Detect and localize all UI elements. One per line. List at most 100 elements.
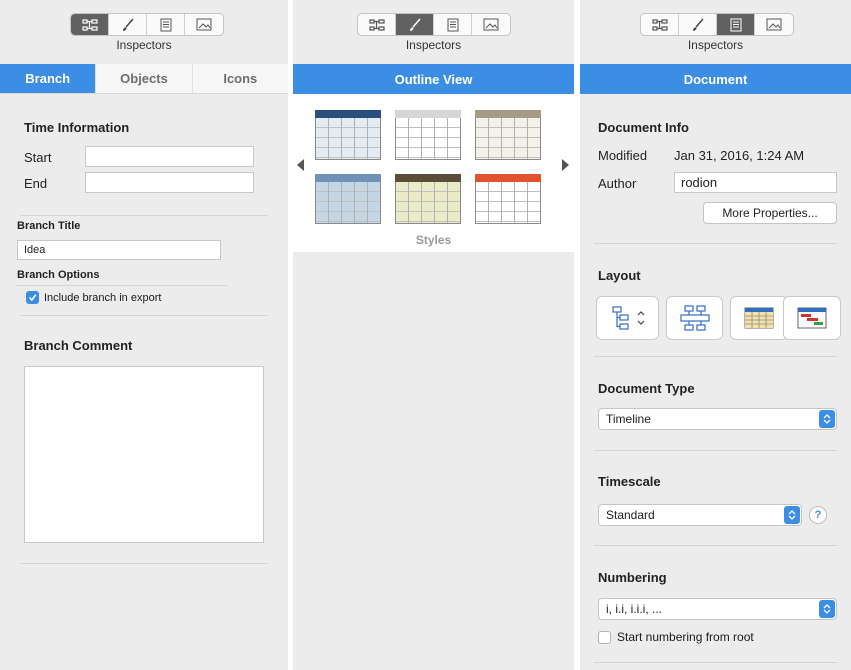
include-export-row: Include branch in export	[26, 291, 161, 304]
include-export-label: Include branch in export	[44, 291, 162, 304]
timescale-select[interactable]: Standard	[598, 504, 802, 526]
outline-inspector-icon	[368, 18, 385, 31]
author-label: Author	[598, 176, 637, 191]
tree-layout-button[interactable]	[596, 296, 659, 340]
document-icon	[730, 18, 741, 31]
outline-inspector-button[interactable]	[358, 14, 396, 35]
end-field[interactable]	[85, 172, 254, 193]
style-thumbnail[interactable]	[315, 110, 381, 160]
image-icon	[483, 18, 499, 31]
stepper-chevron-icon	[819, 600, 835, 618]
branch-inspector-panel: Inspectors Branch Objects Icons Time Inf…	[0, 0, 288, 670]
more-properties-button[interactable]: More Properties...	[703, 202, 837, 224]
brush-icon	[122, 18, 134, 31]
divider	[594, 356, 837, 357]
style-inspector-button[interactable]	[396, 14, 434, 35]
style-inspector-panel: Inspectors Outline View Styles	[293, 0, 574, 670]
brush-icon	[409, 18, 421, 31]
branch-title-field[interactable]: Idea	[17, 240, 221, 260]
branch-title-label: Branch Title	[17, 220, 81, 232]
checkmark-icon	[28, 294, 37, 302]
tree-layout-icon	[611, 306, 644, 330]
branch-options-label: Branch Options	[17, 269, 100, 281]
styles-gallery: Styles	[293, 94, 574, 252]
numbering-value: i, i.i, i.i.i, ...	[606, 602, 663, 616]
divider	[20, 215, 268, 216]
author-field[interactable]: rodion	[674, 172, 837, 193]
inspector-segmented-control	[70, 13, 224, 36]
numbering-heading: Numbering	[598, 570, 667, 585]
inspector-toolbar: Inspectors	[293, 0, 574, 64]
start-from-root-checkbox[interactable]	[598, 630, 611, 644]
inspectors-label: Inspectors	[405, 38, 462, 52]
hierarchy-layout-button[interactable]	[666, 296, 723, 340]
start-from-root-label: Start numbering from root	[617, 630, 754, 644]
style-thumbnail[interactable]	[315, 174, 381, 224]
previous-styles-arrow[interactable]	[297, 158, 305, 176]
modified-value: Jan 31, 2016, 1:24 AM	[674, 148, 805, 163]
outline-inspector-icon	[651, 18, 668, 31]
image-icon	[766, 18, 782, 31]
gantt-layout-button[interactable]	[783, 296, 841, 340]
style-inspector-button[interactable]	[109, 14, 147, 35]
image-icon	[196, 18, 212, 31]
branch-comment-heading: Branch Comment	[24, 338, 133, 353]
tab-objects[interactable]: Objects	[95, 64, 191, 93]
image-inspector-button[interactable]	[185, 14, 223, 35]
inspectors-label: Inspectors	[687, 38, 744, 52]
tab-branch[interactable]: Branch	[0, 64, 96, 93]
next-styles-arrow[interactable]	[561, 158, 569, 176]
outline-inspector-icon	[81, 18, 98, 31]
inspector-segmented-control	[640, 13, 794, 36]
inspectors-label: Inspectors	[116, 38, 172, 52]
divider	[17, 285, 227, 286]
divider	[594, 450, 837, 451]
inspector-toolbar: Inspectors	[0, 0, 288, 64]
document-type-select[interactable]: Timeline	[598, 408, 837, 430]
style-thumbnail[interactable]	[475, 174, 541, 224]
style-inspector-button[interactable]	[679, 14, 717, 35]
divider	[20, 563, 268, 564]
styles-label: Styles	[415, 233, 452, 247]
chevron-left-icon	[297, 159, 304, 171]
style-thumbnail[interactable]	[475, 110, 541, 160]
document-inspector-button[interactable]	[147, 14, 185, 35]
end-label: End	[24, 176, 48, 191]
divider	[20, 315, 268, 316]
help-button[interactable]: ?	[809, 506, 827, 524]
chevron-right-icon	[562, 159, 569, 171]
style-thumbnail[interactable]	[395, 174, 461, 224]
document-info-heading: Document Info	[598, 120, 689, 135]
branch-comment-textarea[interactable]	[24, 366, 264, 543]
start-label: Start	[24, 150, 52, 165]
timescale-heading: Timescale	[598, 474, 661, 489]
include-export-checkbox[interactable]	[26, 291, 39, 304]
layout-heading: Layout	[598, 268, 641, 283]
divider	[594, 662, 837, 663]
numbering-select[interactable]: i, i.i, i.i.i, ...	[598, 598, 837, 620]
time-information-heading: Time Information	[24, 120, 130, 135]
modified-label: Modified	[598, 148, 648, 163]
image-inspector-button[interactable]	[472, 14, 510, 35]
image-inspector-button[interactable]	[755, 14, 793, 35]
document-inspector-panel: Inspectors Document Document Info Modifi…	[580, 0, 851, 670]
document-icon	[160, 18, 171, 31]
inspector-toolbar: Inspectors	[580, 0, 851, 64]
document-icon	[447, 18, 458, 31]
document-type-heading: Document Type	[598, 381, 695, 396]
tab-icons[interactable]: Icons	[191, 64, 288, 93]
table-layout-button[interactable]	[730, 296, 788, 340]
inspector-segmented-control	[357, 13, 511, 36]
outline-inspector-button[interactable]	[641, 14, 679, 35]
start-field[interactable]	[85, 146, 254, 167]
document-header: Document	[580, 64, 851, 94]
divider	[594, 545, 837, 546]
document-inspector-button[interactable]	[434, 14, 472, 35]
document-type-value: Timeline	[606, 412, 651, 426]
brush-icon	[692, 18, 704, 31]
document-inspector-button[interactable]	[717, 14, 755, 35]
branch-tabs: Branch Objects Icons	[0, 64, 288, 94]
style-thumbnail[interactable]	[395, 110, 461, 160]
table-layout-icon	[744, 307, 774, 329]
outline-inspector-button[interactable]	[71, 14, 109, 35]
